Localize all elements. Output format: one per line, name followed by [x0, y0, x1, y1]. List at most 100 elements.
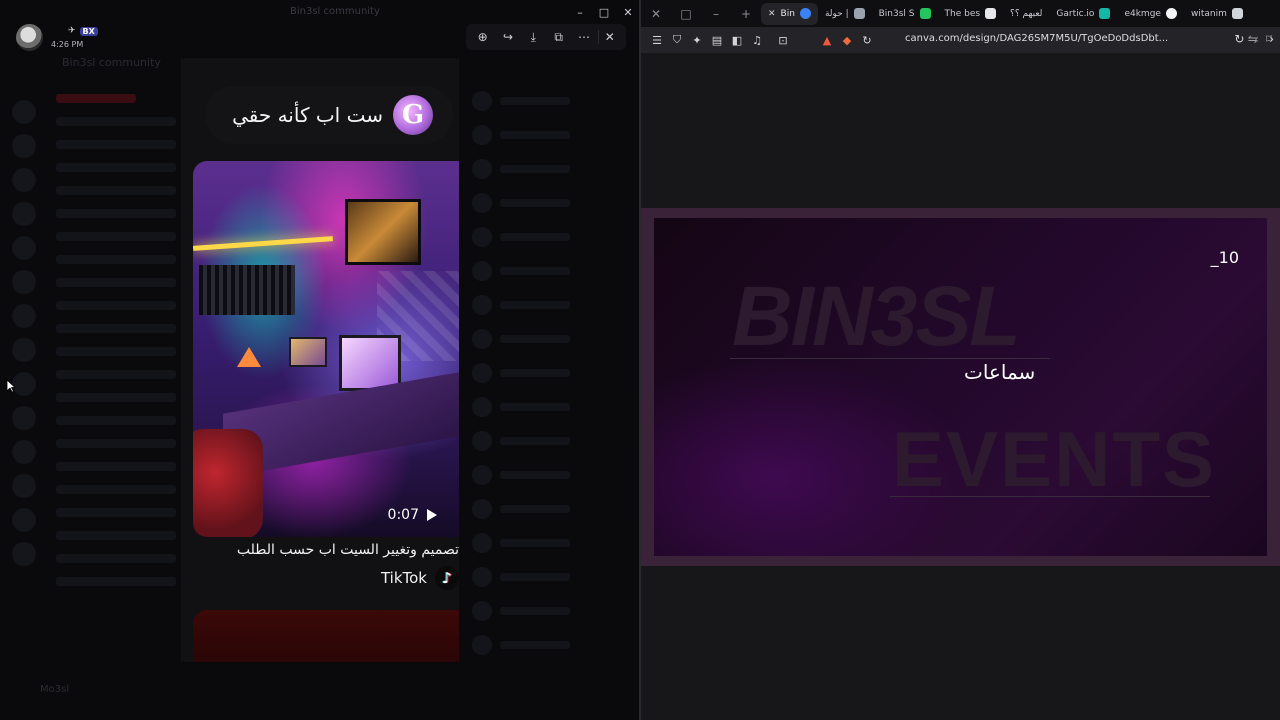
- server-icon[interactable]: [12, 440, 36, 464]
- tab[interactable]: witanim: [1184, 3, 1250, 25]
- channel-item[interactable]: [56, 255, 176, 264]
- channel-item[interactable]: [56, 485, 176, 494]
- avatar[interactable]: [16, 24, 43, 51]
- download-icon[interactable]: ⤓: [522, 30, 544, 45]
- play-icon[interactable]: [427, 509, 437, 521]
- server-icon[interactable]: [12, 406, 36, 430]
- server-icon[interactable]: [12, 508, 36, 532]
- new-tab-icon[interactable]: +: [731, 0, 761, 27]
- member-item[interactable]: [472, 598, 622, 624]
- tab-active[interactable]: ✕ Bin: [761, 2, 818, 25]
- server-icon[interactable]: [12, 236, 36, 260]
- channel-item[interactable]: [56, 370, 176, 379]
- server-icon[interactable]: [12, 134, 36, 158]
- more-icon[interactable]: ⋯: [573, 30, 595, 44]
- member-item[interactable]: [472, 428, 622, 454]
- server-icon[interactable]: [12, 474, 36, 498]
- member-item[interactable]: [472, 496, 622, 522]
- channel-item[interactable]: [56, 577, 176, 586]
- channel-item[interactable]: [56, 209, 176, 218]
- extensions-icon[interactable]: ✦: [687, 34, 707, 47]
- server-icon[interactable]: [12, 338, 36, 362]
- music-icon[interactable]: ♫: [747, 34, 767, 47]
- close-icon[interactable]: ✕: [598, 30, 620, 44]
- member-item[interactable]: [472, 190, 622, 216]
- channel-item[interactable]: [56, 416, 176, 425]
- channel-item[interactable]: [56, 439, 176, 448]
- screenshot-icon[interactable]: ⊡: [773, 34, 793, 47]
- member-item[interactable]: [472, 224, 622, 250]
- channel-item[interactable]: [56, 324, 176, 333]
- minimize-icon[interactable]: –: [701, 0, 731, 27]
- member-item[interactable]: [472, 326, 622, 352]
- back-icon[interactable]: ‹: [1254, 32, 1259, 46]
- channel-item[interactable]: [56, 531, 176, 540]
- events-text[interactable]: EVENTS: [892, 414, 1216, 505]
- member-item[interactable]: [472, 462, 622, 488]
- rewards-icon[interactable]: ▲: [817, 34, 837, 47]
- member-item[interactable]: [472, 394, 622, 420]
- shield-icon[interactable]: ⛉: [667, 33, 687, 47]
- next-embed-card[interactable]: [193, 610, 459, 662]
- channel-item[interactable]: [56, 117, 176, 126]
- tab[interactable]: The bes: [938, 3, 1004, 25]
- channel-item[interactable]: [56, 508, 176, 517]
- tab-close-icon[interactable]: ✕: [768, 9, 776, 19]
- channel-item[interactable]: [56, 393, 176, 402]
- server-icon[interactable]: [12, 100, 36, 124]
- member-item[interactable]: [472, 360, 622, 386]
- channel-item[interactable]: [56, 232, 176, 241]
- wallet-icon[interactable]: ▤: [707, 34, 727, 47]
- channel-item[interactable]: [56, 347, 176, 356]
- design-selection-frame[interactable]: BIN3SL سماعات EVENTS _10: [641, 208, 1280, 566]
- sidebar-icon[interactable]: ◧: [727, 34, 747, 47]
- forward-icon[interactable]: ↪: [497, 30, 519, 44]
- member-item[interactable]: [472, 258, 622, 284]
- brave-shields-icon[interactable]: ◆: [837, 34, 857, 47]
- brand-text[interactable]: BIN3SL: [732, 268, 1021, 365]
- minimize-button[interactable]: –: [568, 4, 592, 20]
- channel-item[interactable]: [56, 554, 176, 563]
- channel-item[interactable]: [56, 186, 176, 195]
- server-icon[interactable]: [12, 168, 36, 192]
- channel-item[interactable]: [56, 163, 176, 172]
- server-icon[interactable]: [12, 304, 36, 328]
- zoom-in-icon[interactable]: ⊕: [472, 30, 494, 44]
- reload-lock-icon[interactable]: ↻: [857, 34, 877, 47]
- close-icon[interactable]: ✕: [641, 0, 671, 27]
- channel-item[interactable]: [56, 140, 176, 149]
- member-item[interactable]: [472, 564, 622, 590]
- member-item[interactable]: [472, 292, 622, 318]
- reload-icon[interactable]: ↻: [1234, 32, 1244, 46]
- video-duration[interactable]: 0:07: [388, 507, 437, 523]
- video-thumbnail[interactable]: 0:07: [193, 161, 459, 537]
- member-item[interactable]: [472, 530, 622, 556]
- open-external-icon[interactable]: ⧉: [548, 30, 570, 45]
- server-icon[interactable]: [12, 542, 36, 566]
- tab[interactable]: e4kmge: [1117, 3, 1184, 25]
- channel-item[interactable]: [56, 94, 136, 103]
- member-item[interactable]: [472, 88, 622, 114]
- menu-icon[interactable]: ☰: [647, 34, 667, 47]
- server-icon[interactable]: [12, 202, 36, 226]
- design-counter[interactable]: _10: [1211, 248, 1239, 267]
- url-input[interactable]: canva.com/design/DAG26SM7M5U/TgOeDoDdsDb…: [905, 33, 1168, 44]
- tab[interactable]: لعبهم ؟؟: [1003, 3, 1049, 25]
- channel-item[interactable]: [56, 278, 176, 287]
- forward-icon[interactable]: ›: [1269, 32, 1274, 46]
- tab[interactable]: Bin3sl S: [872, 3, 938, 25]
- tab[interactable]: حولة |: [818, 3, 872, 25]
- design-page[interactable]: BIN3SL سماعات EVENTS _10: [654, 218, 1267, 556]
- channel-item[interactable]: [56, 462, 176, 471]
- embed-source[interactable]: TikTok ♪: [381, 566, 459, 590]
- channel-item[interactable]: [56, 301, 176, 310]
- maximize-icon[interactable]: □: [671, 0, 701, 27]
- server-icon[interactable]: [12, 270, 36, 294]
- member-item[interactable]: [472, 156, 622, 182]
- member-item[interactable]: [472, 122, 622, 148]
- maximize-button[interactable]: □: [592, 4, 616, 20]
- tab[interactable]: Gartic.io: [1049, 3, 1117, 25]
- close-window-button[interactable]: ✕: [616, 4, 640, 20]
- member-item[interactable]: [472, 632, 622, 658]
- design-subtitle[interactable]: سماعات: [964, 360, 1035, 384]
